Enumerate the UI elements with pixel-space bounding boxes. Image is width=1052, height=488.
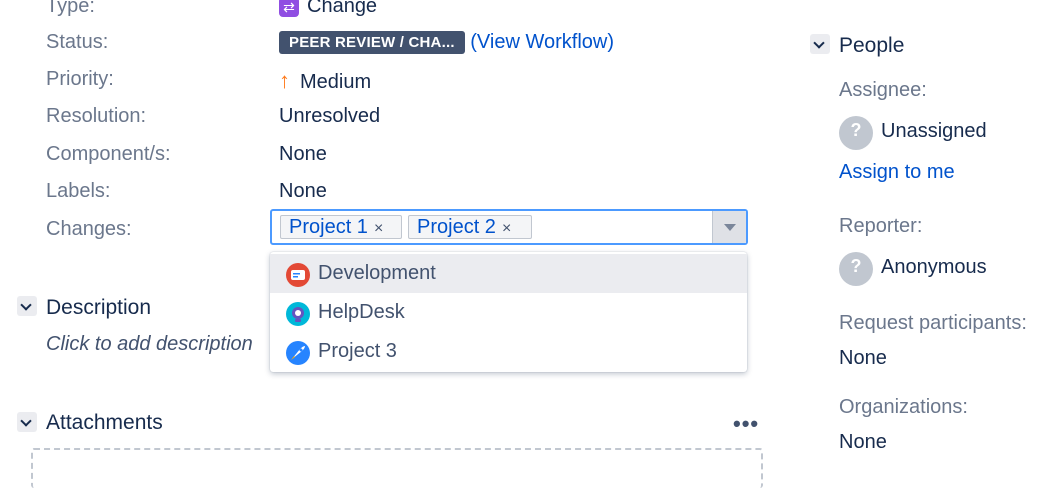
helpdesk-project-icon [286, 301, 310, 326]
priority-label: Priority: [46, 68, 114, 90]
selected-tag-project-1: Project 1 × [280, 215, 402, 239]
people-title: People [839, 34, 905, 57]
dropdown-item-helpdesk[interactable]: HelpDesk [270, 293, 747, 332]
people-collapse-toggle[interactable] [810, 34, 830, 54]
description-placeholder[interactable]: Click to add description [46, 333, 253, 356]
resolution-label: Resolution: [46, 105, 147, 127]
type-value: ⇄ Change [279, 0, 377, 18]
view-workflow-link[interactable]: (View Workflow) [470, 31, 614, 53]
participants-label: Request participants: [839, 312, 1027, 334]
changes-multiselect[interactable]: Project 1 × Project 2 × [270, 209, 748, 245]
components-value[interactable]: None [279, 143, 327, 166]
reporter-label: Reporter: [839, 215, 923, 237]
tag-label: Project 1 [289, 216, 368, 238]
unknown-user-icon: ? [850, 120, 862, 140]
dropdown-item-project-3[interactable]: Project 3 [270, 332, 747, 371]
attachments-dropzone[interactable] [31, 448, 763, 488]
status-badge[interactable]: PEER REVIEW / CHA... [279, 31, 465, 55]
change-type-icon: ⇄ [279, 0, 299, 17]
dropdown-item-label: Project 3 [318, 340, 397, 362]
type-label: Type: [46, 0, 95, 17]
components-label: Component/s: [46, 143, 171, 165]
dropdown-item-label: Development [318, 262, 436, 284]
resolution-value: Unresolved [279, 105, 381, 127]
rocket-project-icon [286, 340, 310, 365]
description-title: Description [46, 296, 152, 319]
tag-label: Project 2 [417, 216, 496, 238]
remove-tag-icon[interactable]: × [374, 220, 383, 237]
organizations-label: Organizations: [839, 396, 968, 418]
chevron-down-icon [724, 224, 736, 231]
avatar: ? [839, 252, 873, 286]
dropdown-toggle-button[interactable] [712, 211, 746, 243]
description-collapse-toggle[interactable] [17, 296, 37, 316]
reporter-value[interactable]: Anonymous [881, 256, 987, 279]
arrow-up-icon: ↑ [279, 68, 290, 93]
labels-label: Labels: [46, 180, 111, 202]
labels-value[interactable]: None [279, 180, 327, 203]
assignee-value[interactable]: Unassigned [881, 120, 987, 143]
participants-value[interactable]: None [839, 347, 887, 370]
more-options-icon[interactable]: ••• [733, 411, 759, 437]
avatar: ? [839, 116, 873, 150]
attachments-collapse-toggle[interactable] [17, 412, 37, 432]
priority-text: Medium [300, 71, 372, 93]
type-text: Change [307, 0, 378, 17]
unknown-user-icon: ? [850, 256, 862, 276]
status-value: PEER REVIEW / CHA... (View Workflow) [279, 31, 614, 55]
changes-label: Changes: [46, 218, 132, 240]
dropdown-item-label: HelpDesk [318, 301, 405, 323]
attachments-title: Attachments [46, 411, 163, 434]
dropdown-item-development[interactable]: Development [270, 254, 747, 293]
status-label: Status: [46, 31, 109, 53]
assign-to-me-link[interactable]: Assign to me [839, 161, 955, 184]
organizations-value[interactable]: None [839, 431, 887, 454]
remove-tag-icon[interactable]: × [502, 220, 511, 237]
priority-value[interactable]: ↑ Medium [279, 68, 371, 94]
assignee-label: Assignee: [839, 79, 927, 101]
development-project-icon [286, 262, 310, 287]
changes-dropdown-menu: Development HelpDesk Project 3 [270, 252, 747, 372]
selected-tag-project-2: Project 2 × [408, 215, 532, 239]
